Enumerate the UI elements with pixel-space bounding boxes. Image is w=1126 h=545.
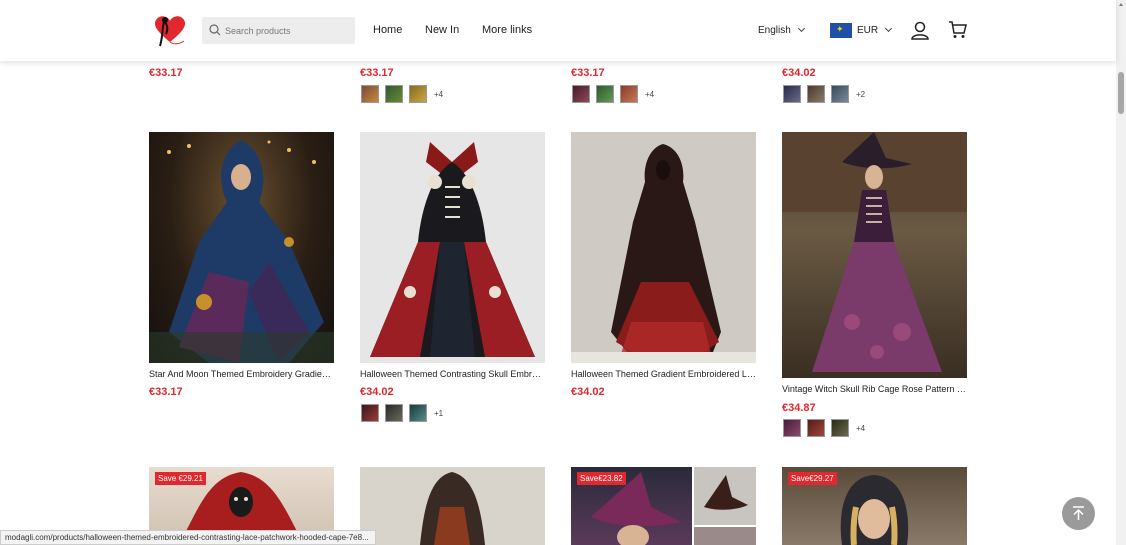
color-swatch[interactable] [807,419,825,437]
search-box[interactable] [202,17,355,44]
product-image[interactable] [149,132,334,363]
nav-more-links[interactable]: More links [482,24,532,36]
site-header: Home New In More links English EUR [0,0,1116,61]
color-swatches: +4 [361,85,443,103]
currency-label: EUR [857,25,879,36]
color-swatches: +2 [783,85,865,103]
dress-illustration [370,142,535,357]
arrow-up-icon [1073,506,1084,520]
product-title[interactable]: Halloween Themed Gradient Embroidered Lo… [571,369,756,379]
product-price: €33.17 [149,386,183,398]
currency-selector[interactable]: EUR [830,23,893,38]
product-title[interactable]: Star And Moon Themed Embroidery Gradient… [149,369,334,379]
color-swatch[interactable] [596,85,614,103]
more-colors-count: +1 [434,408,444,418]
product-title[interactable]: Halloween Themed Contrasting Skull Embro… [360,369,545,379]
product-image[interactable] [360,132,545,363]
product-price: €33.17 [571,67,605,79]
more-colors-count: +4 [645,89,655,99]
dress-illustration [149,140,334,363]
dress-illustration [782,132,967,372]
product-title[interactable]: Vintage Witch Skull Rib Cage Rose Patter… [782,384,967,394]
product-image[interactable] [571,132,756,363]
discount-badge: Save€23.82 [577,472,626,485]
color-swatch[interactable] [409,404,427,422]
product-thumbnail [694,527,756,545]
dress-illustration [571,144,756,363]
eu-flag-icon [830,23,852,38]
search-input[interactable] [225,17,353,44]
product-image[interactable] [782,132,967,378]
color-swatches: +1 [361,404,443,422]
scrollbar-thumb[interactable] [1118,72,1124,114]
language-selector[interactable]: English [758,24,805,36]
more-colors-count: +4 [856,423,866,433]
discount-badge: Save €29.21 [155,472,206,485]
product-price: €33.17 [360,67,394,79]
color-swatch[interactable] [385,404,403,422]
account-icon[interactable] [911,21,929,40]
language-label: English [758,25,791,36]
color-swatch[interactable] [361,85,379,103]
cart-icon[interactable] [948,21,967,39]
scroll-up-icon[interactable] [1119,3,1123,6]
color-swatch[interactable] [831,85,849,103]
discount-badge: Save€29.27 [788,472,837,485]
nav-home[interactable]: Home [373,24,402,36]
chevron-down-icon [797,24,805,33]
color-swatch[interactable] [831,419,849,437]
product-image[interactable]: Save€29.27 [782,467,967,545]
color-swatch[interactable] [385,85,403,103]
chevron-down-icon [885,24,893,33]
product-price: €34.87 [782,402,816,414]
color-swatch[interactable] [620,85,638,103]
product-image[interactable]: Save€23.82 [571,467,756,545]
nav-new-in[interactable]: New In [425,24,459,36]
color-swatches: +4 [783,419,865,437]
color-swatch[interactable] [783,85,801,103]
color-swatch[interactable] [409,85,427,103]
color-swatch[interactable] [807,85,825,103]
product-price: €34.02 [571,386,605,398]
product-price: €33.17 [149,67,183,79]
more-colors-count: +2 [856,89,866,99]
product-image[interactable] [360,467,545,545]
color-swatches: +4 [572,85,654,103]
color-swatch[interactable] [361,404,379,422]
brand-logo[interactable] [150,12,190,50]
color-swatch[interactable] [572,85,590,103]
back-to-top-button[interactable] [1062,497,1095,530]
search-icon [209,24,221,36]
page-scrollbar[interactable] [1116,0,1126,545]
more-colors-count: +4 [434,89,444,99]
witch-hat-illustration [704,475,748,510]
cape-illustration [420,472,485,545]
product-thumbnail [694,467,756,525]
product-price: €34.02 [782,67,816,79]
color-swatch[interactable] [783,419,801,437]
status-bar-url: modagli.com/products/halloween-themed-em… [0,530,376,545]
product-price: €34.02 [360,386,394,398]
